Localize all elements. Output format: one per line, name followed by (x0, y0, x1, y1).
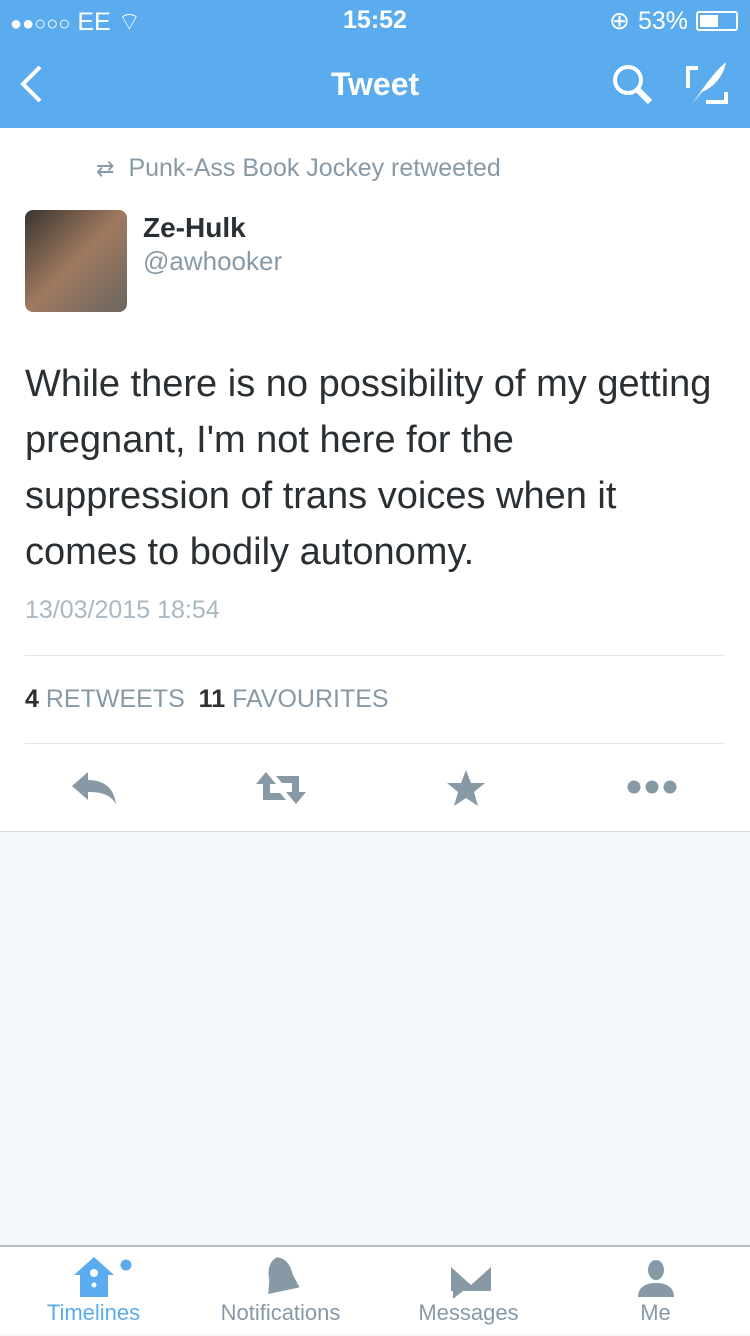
battery-percent: 53% (637, 6, 688, 35)
retweet-icon[interactable] (254, 770, 308, 806)
tab-notifications[interactable]: Notifications (187, 1247, 374, 1336)
retweets-stat[interactable]: 4 RETWEETS (25, 685, 185, 713)
avatar[interactable] (25, 210, 127, 312)
messages-icon (451, 1267, 491, 1299)
tab-bar: Timelines Notifications Messages Me (0, 1245, 750, 1334)
user-name[interactable]: Ze-Hulk (143, 212, 246, 244)
search-icon[interactable] (610, 62, 654, 106)
tweet-timestamp: 13/03/2015 18:54 (25, 596, 220, 624)
person-icon (638, 1260, 674, 1297)
divider (25, 655, 725, 656)
reply-icon[interactable] (70, 770, 118, 806)
tweet-card: ⇄ Punk-Ass Book Jockey retweeted Ze-Hulk … (0, 128, 750, 832)
favourite-icon[interactable] (446, 768, 486, 808)
battery-status: ⊕ 53% (609, 6, 738, 36)
divider (25, 743, 725, 744)
rotation-lock-icon: ⊕ (609, 7, 630, 35)
retweet-small-icon: ⇄ (96, 156, 115, 181)
header: ●●○○○ EE ⌔ 15:52 ⊕ 53% Tweet (0, 0, 750, 128)
home-icon (74, 1257, 132, 1297)
tab-messages[interactable]: Messages (375, 1247, 562, 1336)
retweet-context: ⇄ Punk-Ass Book Jockey retweeted (96, 154, 501, 182)
battery-icon (696, 11, 738, 31)
favourites-stat[interactable]: 11 FAVOURITES (199, 685, 389, 713)
tweet-stats: 4 RETWEETS 11 FAVOURITES (25, 685, 389, 714)
tweet-text: While there is no possibility of my gett… (25, 363, 712, 573)
more-icon[interactable] (626, 778, 678, 796)
compose-icon[interactable] (684, 60, 730, 106)
bell-icon (268, 1257, 299, 1295)
user-handle[interactable]: @awhooker (143, 246, 282, 277)
tab-timelines[interactable]: Timelines (0, 1247, 187, 1336)
tab-me[interactable]: Me (562, 1247, 749, 1336)
